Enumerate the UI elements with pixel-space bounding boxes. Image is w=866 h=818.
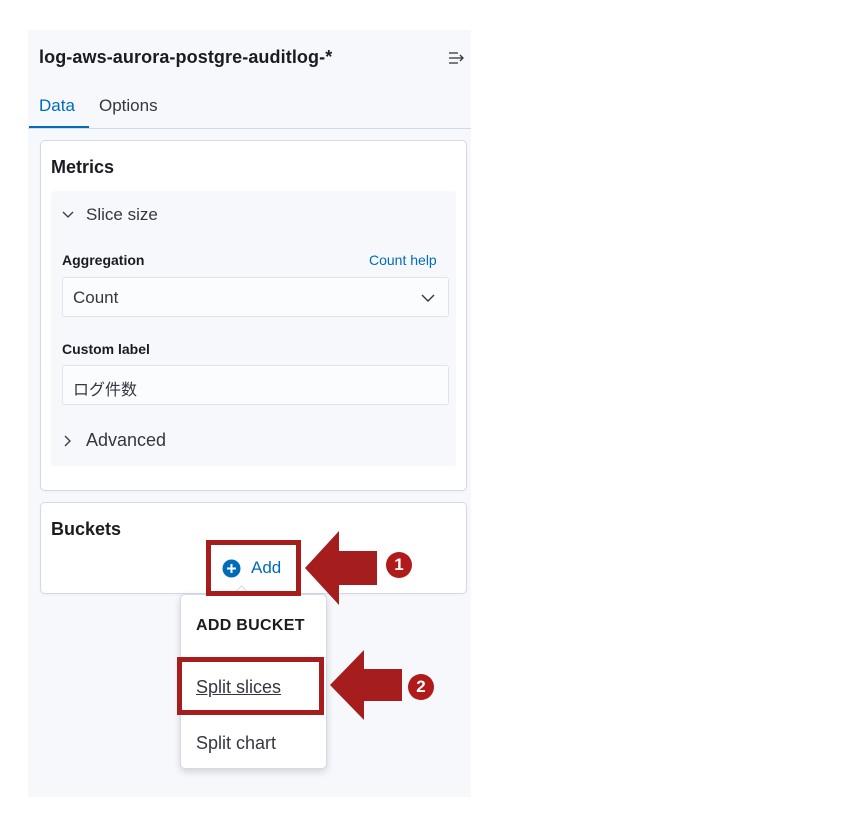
highlight-add-button — [206, 540, 301, 596]
step-number-1: 1 — [386, 552, 412, 578]
tab-options[interactable]: Options — [99, 96, 158, 126]
sidebar-header: log-aws-aurora-postgre-auditlog-* — [28, 30, 471, 90]
arrow-left-icon — [330, 650, 402, 720]
metrics-card: Metrics Slice size Aggregation Count hel… — [40, 140, 467, 491]
slice-size-section: Slice size Aggregation Count help Count … — [51, 191, 456, 466]
editor-tabs: Data Options — [28, 90, 471, 129]
highlight-split-slices — [177, 657, 324, 715]
chevron-right-icon — [64, 435, 71, 447]
collapse-panel-icon[interactable] — [447, 48, 467, 68]
slice-size-label: Slice size — [86, 205, 158, 224]
chevron-down-icon — [421, 294, 435, 302]
aggregation-label: Aggregation — [62, 252, 145, 268]
metrics-title: Metrics — [51, 157, 115, 177]
custom-label-title: Custom label — [62, 341, 150, 357]
aggregation-value: Count — [73, 288, 119, 307]
popover-title: ADD BUCKET — [196, 617, 305, 634]
custom-label-input[interactable]: ログ件数 — [62, 365, 449, 405]
count-help-link[interactable]: Count help — [369, 252, 437, 268]
chevron-down-icon — [62, 211, 74, 218]
step-number-2: 2 — [408, 674, 434, 700]
tab-data[interactable]: Data — [39, 96, 75, 126]
active-tab-indicator — [29, 126, 89, 128]
buckets-title: Buckets — [51, 519, 122, 539]
custom-label-value: ログ件数 — [73, 382, 138, 399]
aggregation-select[interactable]: Count — [62, 277, 449, 317]
index-pattern-title: log-aws-aurora-postgre-auditlog-* — [39, 47, 333, 67]
menu-item-split-chart[interactable]: Split chart — [196, 733, 276, 754]
arrow-left-icon — [305, 531, 377, 605]
advanced-label: Advanced — [86, 430, 167, 450]
